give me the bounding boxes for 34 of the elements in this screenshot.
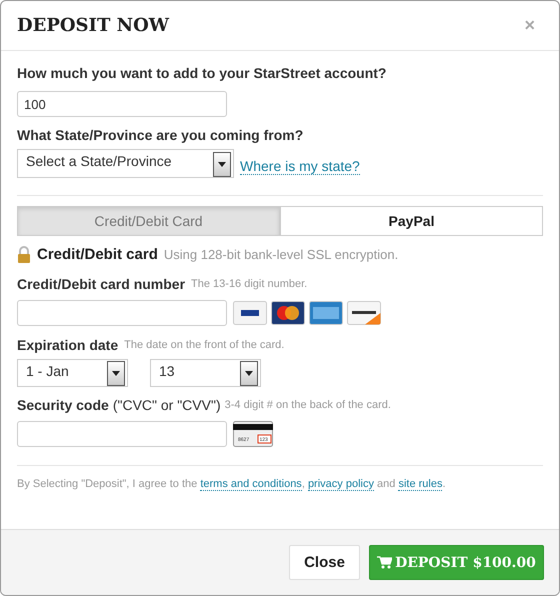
- security-code-field[interactable]: [17, 421, 227, 447]
- payment-tab[interactable]: Credit/Debit Card: [17, 206, 280, 236]
- field-label: How much you want to add to your StarStreet account?: [17, 65, 388, 81]
- dialog-title: DEPOSIT NOW: [17, 15, 169, 36]
- month-select[interactable]: 1 - Jan: [17, 359, 128, 387]
- state-help-link[interactable]: Where is my state?: [240, 158, 360, 175]
- field-hint: 3-4 digit # on the back of the card.: [224, 399, 391, 411]
- deposit-button[interactable]: DEPOSIT $100.00: [369, 545, 544, 580]
- field-label: Security code: [17, 397, 109, 413]
- dropdown-arrow-icon: [218, 162, 226, 166]
- field-label: Expiration date: [17, 337, 118, 353]
- agreement-link[interactable]: terms and conditions: [200, 478, 302, 491]
- close-button[interactable]: Close: [289, 545, 360, 580]
- field-hint: The 13-16 digit number.: [191, 278, 308, 290]
- field-label: What State/Province are you coming from?: [17, 127, 304, 143]
- card-number-field[interactable]: [17, 300, 227, 326]
- field-label-note: ("CVC" or "CVV"): [112, 397, 221, 413]
- cart-icon: [377, 556, 392, 569]
- dropdown-arrow-icon: [112, 371, 120, 376]
- mastercard-card-icon: [271, 301, 305, 325]
- field-label: Credit/Debit card number: [17, 276, 186, 292]
- agreement-link[interactable]: privacy policy: [308, 478, 374, 491]
- dropdown-arrow-icon: [245, 371, 253, 376]
- state-select[interactable]: Select a State/Province: [17, 149, 234, 178]
- field-hint: The date on the front of the card.: [124, 339, 284, 351]
- year-select[interactable]: 13: [150, 359, 261, 387]
- padlock-icon: [17, 246, 31, 263]
- payment-tab[interactable]: PayPal: [280, 206, 543, 236]
- encryption-note: Using 128-bit bank-level SSL encryption.: [164, 247, 398, 262]
- close-button[interactable]: ×: [524, 15, 535, 36]
- agreement-link[interactable]: site rules: [398, 478, 442, 491]
- section-title: Credit/Debit card: [37, 246, 158, 263]
- amount-field[interactable]: 100: [17, 91, 227, 117]
- agreement-text: By Selecting "Deposit", I agree to the terms and conditions, privacy policy and site rules.: [17, 478, 447, 490]
